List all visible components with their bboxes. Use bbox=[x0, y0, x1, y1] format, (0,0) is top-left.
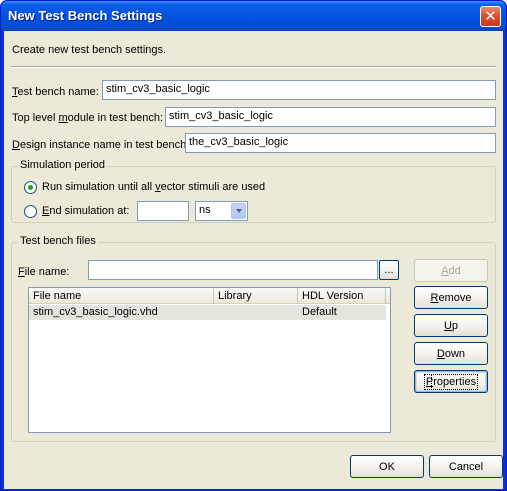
end-at-time-input[interactable] bbox=[137, 201, 189, 221]
close-button[interactable]: ✕ bbox=[480, 6, 501, 27]
close-icon: ✕ bbox=[484, 8, 497, 25]
table-row[interactable]: stim_cv3_basic_logic.vhd Default bbox=[29, 305, 386, 320]
up-button-label: Up bbox=[443, 319, 459, 332]
add-button-label: Add bbox=[441, 264, 461, 277]
remove-button[interactable]: Remove bbox=[414, 286, 488, 309]
files-list-header: File name Library HDL Version bbox=[29, 288, 390, 304]
down-button-label: Down bbox=[436, 347, 466, 360]
ok-button[interactable]: OK bbox=[350, 455, 424, 478]
simulation-period-legend: Simulation period bbox=[18, 159, 107, 171]
dialog-body: Create new test bench settings. Test ben… bbox=[4, 31, 503, 489]
down-button[interactable]: Down bbox=[414, 342, 488, 365]
test-bench-name-input[interactable]: stim_cv3_basic_logic bbox=[102, 80, 496, 100]
end-at-radio[interactable] bbox=[24, 205, 37, 218]
dialog-window: New Test Bench Settings ✕ Create new tes… bbox=[0, 0, 507, 491]
top-separator bbox=[11, 66, 496, 68]
design-instance-input[interactable]: the_cv3_basic_logic bbox=[185, 133, 496, 153]
top-level-module-label: Top level module in test bench: bbox=[12, 112, 164, 124]
design-instance-label: Design instance name in test bench: bbox=[12, 139, 190, 151]
properties-button[interactable]: Properties bbox=[414, 370, 488, 393]
time-unit-value: ns bbox=[199, 204, 211, 216]
dialog-description: Create new test bench settings. bbox=[12, 44, 167, 56]
add-button[interactable]: Add bbox=[414, 259, 488, 282]
browse-button[interactable]: ... bbox=[379, 260, 399, 280]
run-until-label[interactable]: Run simulation until all vector stimuli … bbox=[42, 181, 265, 193]
column-header-hdl-version[interactable]: HDL Version bbox=[298, 288, 386, 304]
up-button[interactable]: Up bbox=[414, 314, 488, 337]
row-file-name: stim_cv3_basic_logic.vhd bbox=[33, 306, 158, 318]
properties-button-label: Properties bbox=[423, 373, 479, 390]
run-until-radio[interactable] bbox=[24, 181, 37, 194]
cancel-button[interactable]: Cancel bbox=[429, 455, 503, 478]
chevron-down-icon[interactable] bbox=[231, 203, 246, 219]
time-unit-select[interactable]: ns bbox=[195, 201, 248, 221]
test-bench-name-label: Test bench name: bbox=[12, 86, 99, 98]
column-header-file-name[interactable]: File name bbox=[29, 288, 214, 304]
file-name-input[interactable] bbox=[88, 260, 378, 280]
row-hdl-version: Default bbox=[302, 306, 337, 318]
column-header-library[interactable]: Library bbox=[214, 288, 298, 304]
remove-button-label: Remove bbox=[430, 291, 472, 304]
file-name-label: File name: bbox=[18, 266, 70, 278]
dialog-title: New Test Bench Settings bbox=[8, 8, 163, 23]
end-at-label[interactable]: End simulation at: bbox=[42, 205, 129, 217]
title-bar[interactable]: New Test Bench Settings ✕ bbox=[1, 1, 506, 31]
top-level-module-input[interactable]: stim_cv3_basic_logic bbox=[165, 107, 496, 127]
files-list[interactable]: File name Library HDL Version stim_cv3_b… bbox=[28, 287, 391, 433]
radio-selected-dot bbox=[28, 185, 33, 190]
test-bench-files-legend: Test bench files bbox=[18, 235, 98, 247]
